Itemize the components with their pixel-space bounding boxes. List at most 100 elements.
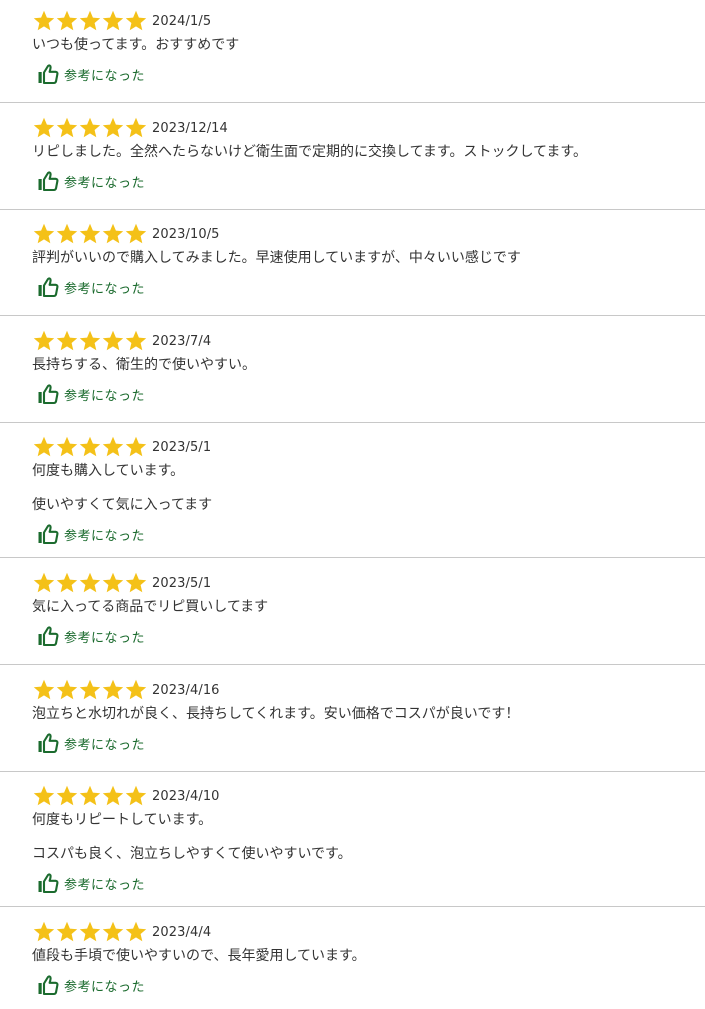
thumbs-up-icon (38, 171, 59, 192)
star-icon (33, 572, 55, 593)
star-icon (79, 679, 101, 700)
review-header: 2023/4/10 (32, 783, 705, 809)
star-icon (102, 223, 124, 244)
helpful-button[interactable]: 参考になった (37, 625, 145, 647)
star-icon (79, 330, 101, 351)
star-icon (79, 572, 101, 593)
review-text: 値段も手頃で使いやすいので、長年愛用しています。 (32, 948, 366, 964)
star-rating (32, 571, 147, 595)
star-rating (32, 222, 147, 246)
helpful-label: 参考になった (64, 737, 146, 753)
star-rating (32, 920, 147, 944)
helpful-button[interactable]: 参考になった (37, 974, 145, 996)
review-item: 2023/4/4 値段も手頃で使いやすいので、長年愛用しています。参考になった (0, 919, 705, 1009)
star-icon (56, 785, 78, 806)
thumbs-up-icon (38, 64, 59, 85)
review-text: コスパも良く、泡立ちしやすくて使いやすいです。 (32, 846, 352, 862)
star-icon (56, 921, 78, 942)
review-item: 2023/4/10 何度もリピートしています。コスパも良く、泡立ちしやすくて使いや… (0, 783, 705, 907)
review-text: 何度も購入しています。 (32, 463, 185, 479)
star-icon (125, 921, 147, 942)
star-icon (33, 436, 55, 457)
star-icon (33, 117, 55, 138)
helpful-button[interactable]: 参考になった (37, 63, 145, 85)
helpful-label: 参考になった (64, 630, 146, 646)
star-icon (33, 679, 55, 700)
review-text: 泡立ちと水切れが良く、長持ちしてくれます。安い価格でコスパが良いです！ (32, 706, 520, 722)
review-text: 評判がいいので購入してみました。早速使用していますが、中々いい感じです (32, 250, 521, 266)
star-icon (56, 117, 78, 138)
review-header: 2024/1/5 (32, 8, 705, 34)
star-icon (125, 785, 147, 806)
star-icon (33, 785, 55, 806)
helpful-button[interactable]: 参考になった (37, 523, 145, 545)
helpful-button[interactable]: 参考になった (37, 732, 145, 754)
thumbs-up-icon (38, 873, 59, 894)
star-icon (33, 921, 55, 942)
review-header: 2023/5/1 (32, 570, 705, 596)
helpful-button[interactable]: 参考になった (37, 872, 145, 894)
helpful-label: 参考になった (64, 68, 146, 84)
star-icon (125, 330, 147, 351)
helpful-button[interactable]: 参考になった (37, 383, 145, 405)
review-item: 2023/10/5 評判がいいので購入してみました。早速使用していますが、中々いい… (0, 221, 705, 316)
star-icon (102, 330, 124, 351)
star-icon (33, 223, 55, 244)
thumbs-up-icon (38, 384, 59, 405)
star-icon (102, 679, 124, 700)
review-item: 2023/5/1 何度も購入しています。 使いやすくて気に入ってます 参考になった (0, 434, 705, 558)
star-icon (125, 10, 147, 31)
review-header: 2023/5/1 (32, 434, 705, 460)
star-icon (125, 572, 147, 593)
star-icon (56, 679, 78, 700)
review-text: いつも使ってます。おすすめです (32, 37, 240, 53)
star-icon (125, 436, 147, 457)
review-item: 2023/4/16 泡立ちと水切れが良く、長持ちしてくれます。安い価格でコスパが良… (0, 677, 705, 772)
review-text: 気に入ってる商品でリピ買いしてます (32, 599, 269, 615)
helpful-button[interactable]: 参考になった (37, 276, 145, 298)
star-icon (79, 436, 101, 457)
thumbs-up-icon (38, 975, 59, 996)
star-rating (32, 329, 147, 353)
thumbs-up-icon (38, 524, 59, 545)
thumbs-up-icon (38, 277, 59, 298)
star-icon (102, 921, 124, 942)
review-item: 2023/7/4 長持ちする、衛生的で使いやすい。 参考になった (0, 328, 705, 423)
star-icon (56, 330, 78, 351)
star-rating (32, 678, 147, 702)
review-header: 2023/10/5 (32, 221, 705, 247)
star-icon (125, 117, 147, 138)
helpful-label: 参考になった (64, 388, 146, 404)
star-icon (102, 117, 124, 138)
star-icon (79, 10, 101, 31)
helpful-label: 参考になった (64, 979, 146, 995)
helpful-label: 参考になった (64, 877, 146, 893)
star-icon (102, 785, 124, 806)
star-icon (102, 436, 124, 457)
review-date: 2023/4/16 (152, 682, 220, 698)
helpful-button[interactable]: 参考になった (37, 170, 145, 192)
star-rating (32, 9, 147, 33)
review-text: 何度もリピートしています。 (32, 812, 213, 828)
star-icon (33, 10, 55, 31)
star-rating (32, 435, 147, 459)
thumbs-up-icon (38, 626, 59, 647)
thumbs-up-icon (38, 733, 59, 754)
review-date: 2023/4/4 (152, 924, 212, 940)
star-icon (56, 436, 78, 457)
star-rating (32, 784, 147, 808)
star-icon (56, 10, 78, 31)
star-icon (56, 223, 78, 244)
star-icon (56, 572, 78, 593)
helpful-label: 参考になった (64, 528, 146, 544)
star-icon (79, 117, 101, 138)
review-date: 2024/1/5 (152, 13, 212, 29)
review-item: 2023/5/1 気に入ってる商品でリピ買いしてます参考になった (0, 570, 705, 665)
star-rating (32, 116, 147, 140)
review-item: 2024/1/5 いつも使ってます。おすすめです参考になった (0, 8, 705, 103)
review-text: 長持ちする、衛生的で使いやすい。 (32, 357, 256, 373)
star-icon (125, 223, 147, 244)
star-icon (125, 679, 147, 700)
star-icon (33, 330, 55, 351)
star-icon (102, 572, 124, 593)
